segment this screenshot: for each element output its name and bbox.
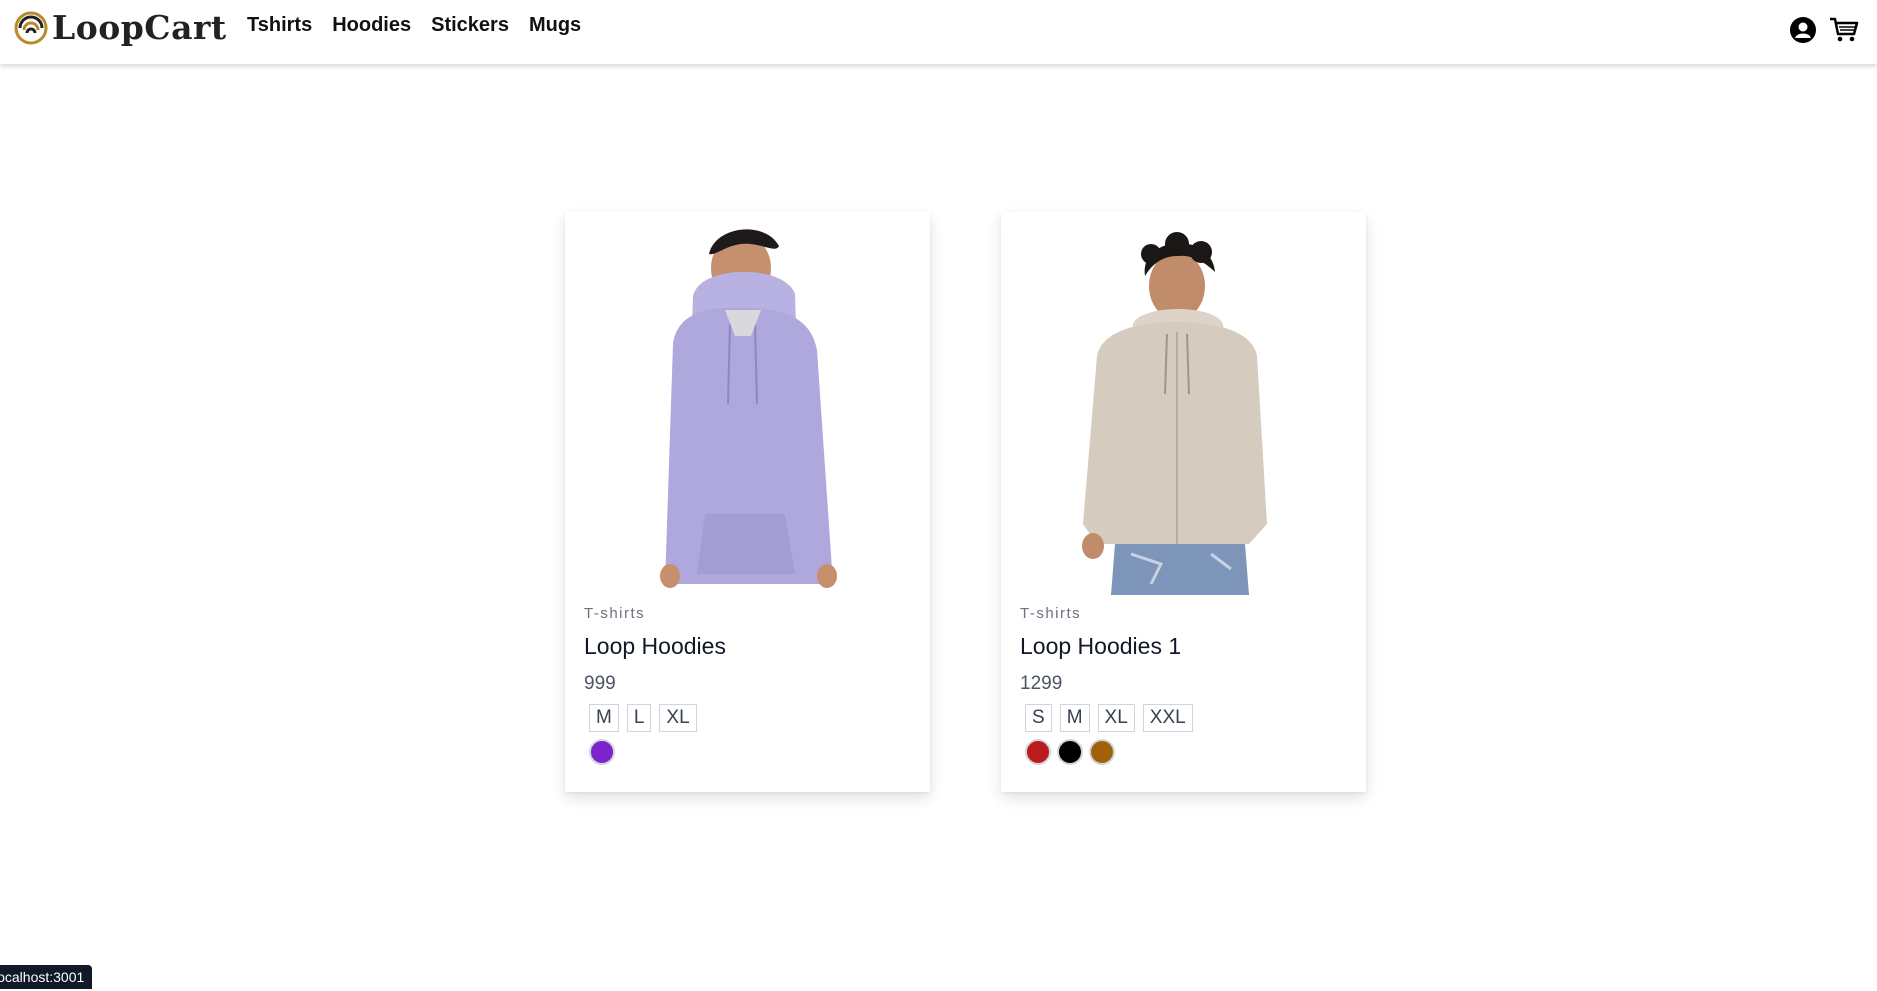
size-option[interactable]: M xyxy=(589,704,619,732)
product-image[interactable] xyxy=(565,224,930,595)
color-swatch[interactable] xyxy=(1057,739,1083,765)
size-options: M L XL xyxy=(589,704,697,732)
product-card[interactable]: T-shirts Loop Hoodies 1 1299 S M XL XXL xyxy=(1001,212,1366,792)
brand-logo[interactable]: LoopCart xyxy=(14,8,227,47)
account-icon[interactable] xyxy=(1789,16,1817,49)
nav-mugs[interactable]: Mugs xyxy=(529,14,581,37)
nav-hoodies[interactable]: Hoodies xyxy=(332,14,411,37)
size-options: S M XL XXL xyxy=(1025,704,1193,732)
header-actions xyxy=(1789,16,1859,49)
browser-status-bar: localhost:3001 xyxy=(0,965,93,989)
product-category: T-shirts xyxy=(584,605,646,622)
product-title[interactable]: Loop Hoodies xyxy=(584,633,726,660)
site-header: LoopCart Tshirts Hoodies Stickers Mugs xyxy=(0,0,1877,64)
product-card[interactable]: T-shirts Loop Hoodies 999 M L XL xyxy=(565,212,930,792)
status-url: localhost:3001 xyxy=(0,969,85,985)
size-option[interactable]: XL xyxy=(659,704,697,732)
product-category: T-shirts xyxy=(1020,605,1082,622)
product-price: 1299 xyxy=(1020,673,1063,694)
color-options xyxy=(589,739,615,765)
product-title[interactable]: Loop Hoodies 1 xyxy=(1020,633,1181,660)
size-option[interactable]: XXL xyxy=(1142,704,1193,732)
logo-icon xyxy=(14,11,48,44)
product-price: 999 xyxy=(584,673,616,694)
cart-icon[interactable] xyxy=(1829,16,1859,49)
size-option[interactable]: L xyxy=(626,704,652,732)
color-options xyxy=(1025,739,1115,765)
size-option[interactable]: S xyxy=(1025,704,1052,732)
color-swatch[interactable] xyxy=(589,739,615,765)
size-option[interactable]: XL xyxy=(1097,704,1135,732)
brand-name: LoopCart xyxy=(52,8,227,47)
product-image[interactable] xyxy=(1001,224,1366,595)
main-nav: Tshirts Hoodies Stickers Mugs xyxy=(247,14,581,37)
nav-stickers[interactable]: Stickers xyxy=(431,14,509,37)
color-swatch[interactable] xyxy=(1089,739,1115,765)
color-swatch[interactable] xyxy=(1025,739,1051,765)
nav-tshirts[interactable]: Tshirts xyxy=(247,14,312,37)
size-option[interactable]: M xyxy=(1059,704,1090,732)
